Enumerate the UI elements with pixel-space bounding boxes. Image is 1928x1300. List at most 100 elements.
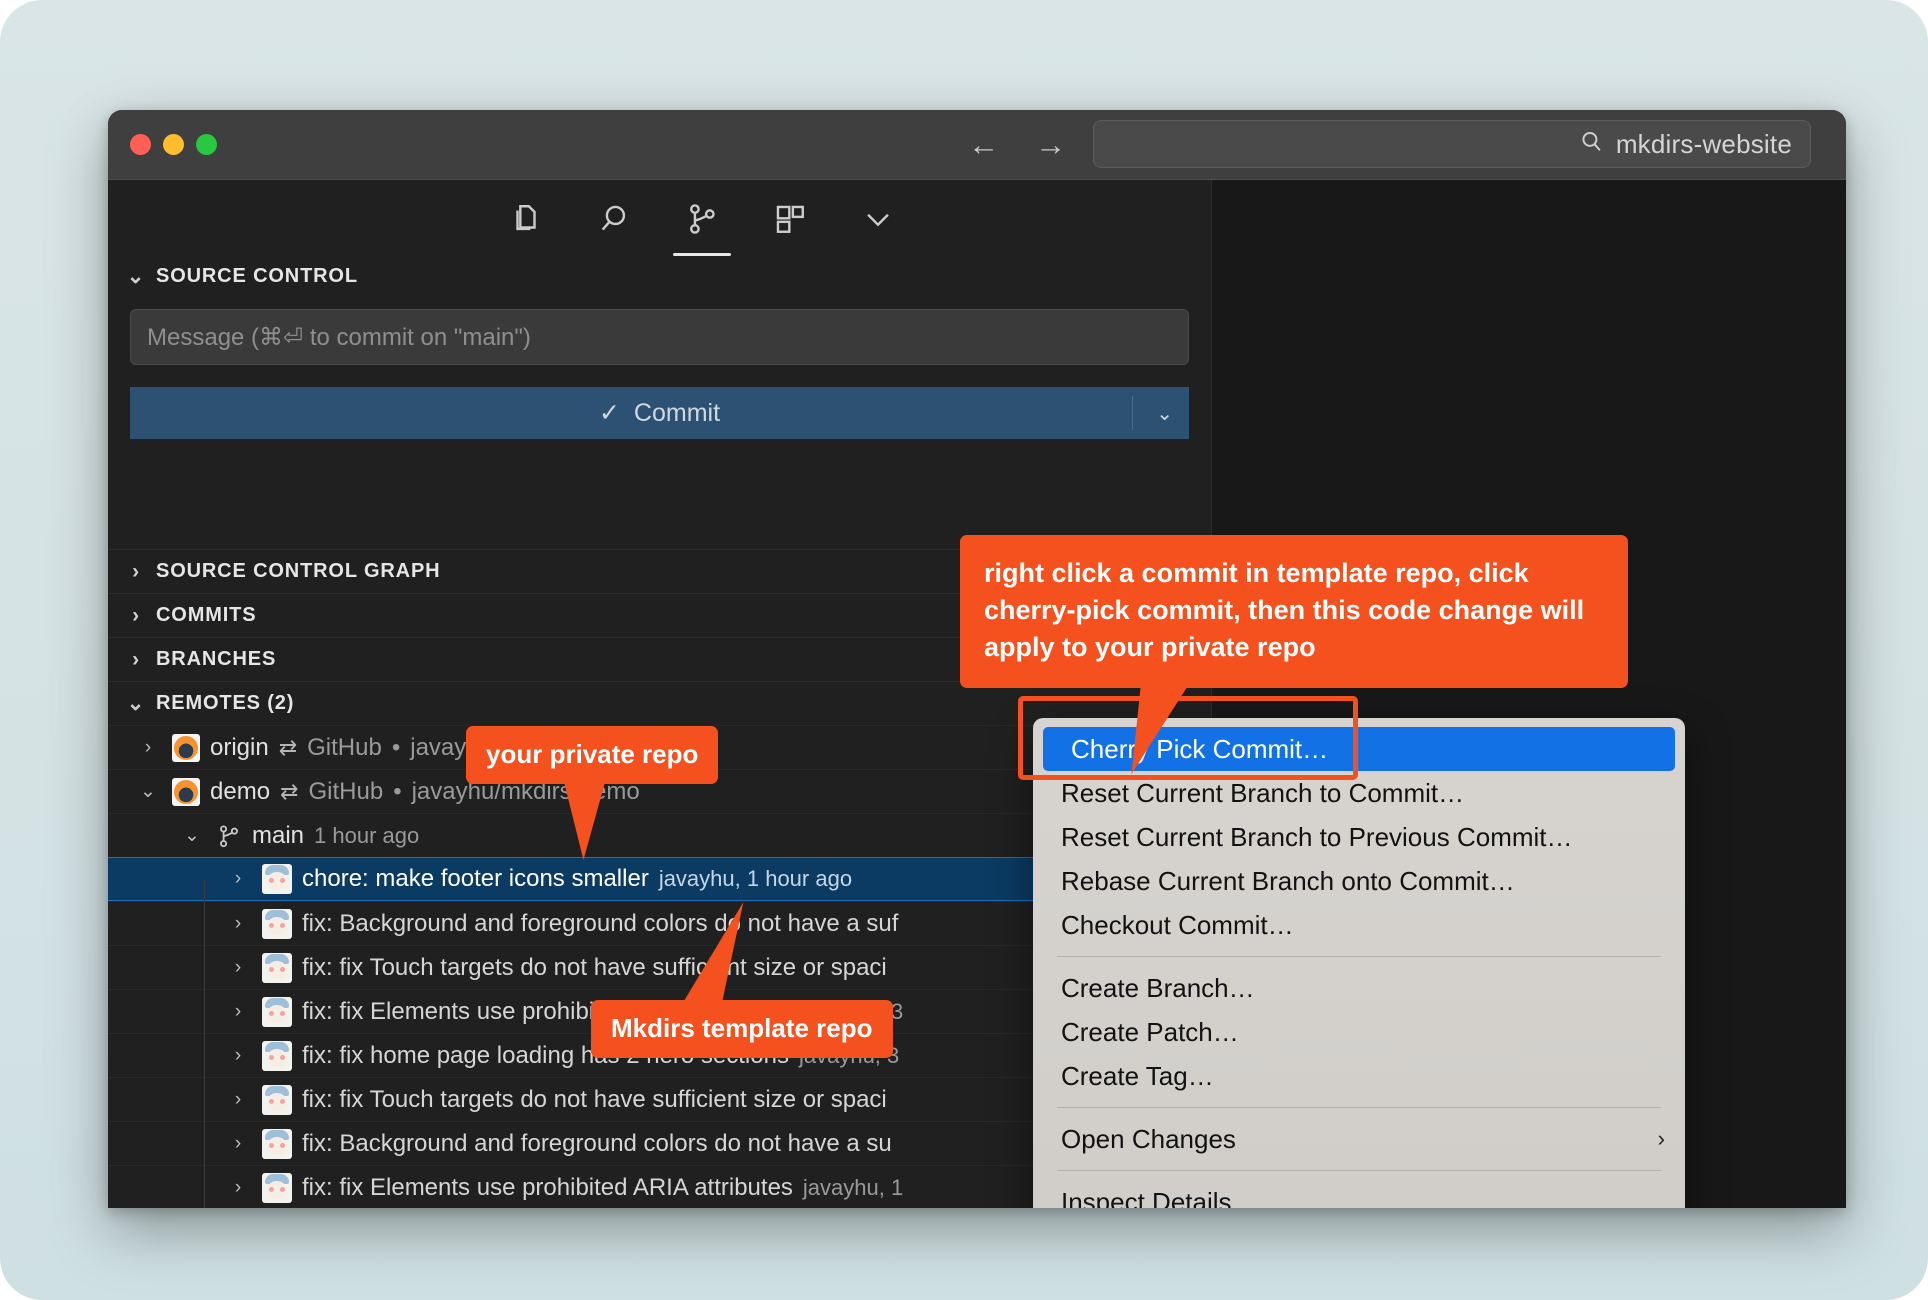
callout-tail <box>1131 688 1187 774</box>
remote-host: GitHub <box>308 777 384 805</box>
commit-button[interactable]: ✓ Commit ⌄ <box>130 387 1189 439</box>
menu-item-label: Reset Current Branch to Previous Commit… <box>1061 821 1573 852</box>
commit-meta: javayhu, 1 hour ago <box>658 866 853 891</box>
commit-title: fix: fix Touch targets do not have suffi… <box>302 953 887 981</box>
menu-item-label: Reset Current Branch to Commit… <box>1061 777 1465 808</box>
chevron-right-icon: › <box>132 559 140 583</box>
source-control-branch-icon[interactable] <box>673 196 731 256</box>
menu-item-create-patch[interactable]: Create Patch… <box>1033 1010 1685 1054</box>
sync-icon: ⇄ <box>280 778 299 804</box>
chevron-right-icon: › <box>1657 1126 1665 1151</box>
section-label: COMMITS <box>156 604 257 626</box>
commit-message-placeholder: Message (⌘⏎ to commit on "main") <box>147 323 531 351</box>
commit-check-icon: ✓ <box>598 399 620 427</box>
commit-title: fix: fix Elements use prohibited ARIA at… <box>302 1173 793 1201</box>
chevron-right-icon: › <box>234 956 242 978</box>
commit-dropdown-chevron-icon[interactable]: ⌄ <box>1156 401 1173 426</box>
chevron-right-icon: › <box>234 1044 242 1066</box>
forward-arrow-icon[interactable]: → <box>1035 125 1066 165</box>
menu-separator <box>1057 1107 1661 1108</box>
back-arrow-icon[interactable]: ← <box>968 125 999 165</box>
source-control-section-header[interactable]: ⌄ SOURCE CONTROL <box>108 258 1211 295</box>
commit-meta: javayhu, 1 <box>802 1174 904 1200</box>
separator-dot: • <box>393 777 402 805</box>
traffic-lights <box>130 134 217 155</box>
branch-name: main <box>252 821 305 849</box>
titlebar-search-field[interactable]: mkdirs-website <box>1093 120 1811 168</box>
annotation-callout-private-repo: your private repo <box>466 726 719 860</box>
separator-dot: • <box>391 733 401 761</box>
menu-item-label: Create Tag… <box>1061 1060 1214 1091</box>
chevron-right-icon: › <box>234 1176 242 1198</box>
commit-message-input[interactable]: Message (⌘⏎ to commit on "main") <box>130 309 1189 365</box>
menu-item-create-branch[interactable]: Create Branch… <box>1033 966 1685 1010</box>
chevron-down-icon: ⌄ <box>126 265 146 288</box>
chevron-right-icon: › <box>234 1000 242 1022</box>
chevron-right-icon: › <box>234 868 242 889</box>
menu-item-inspect-details[interactable]: Inspect Details <box>1033 1180 1685 1209</box>
commit-author-avatar <box>262 1040 292 1071</box>
remote-host: GitHub <box>307 733 382 761</box>
navigation-arrows: ← → <box>968 125 1066 165</box>
branch-icon <box>216 823 242 849</box>
remote-name: origin <box>210 733 269 761</box>
menu-item-rebase-current-branch-onto-commit[interactable]: Rebase Current Branch onto Commit… <box>1033 859 1685 903</box>
window-titlebar: ← → mkdirs-website <box>108 110 1846 180</box>
chevron-right-icon: › <box>132 603 140 627</box>
section-label: BRANCHES <box>156 648 277 670</box>
commit-author-avatar <box>262 1172 292 1203</box>
annotation-text: right click a commit in template repo, c… <box>984 558 1585 662</box>
menu-item-checkout-commit[interactable]: Checkout Commit… <box>1033 903 1685 947</box>
commit-button-divider <box>1132 396 1133 430</box>
commit-author-avatar <box>262 864 292 894</box>
avatar <box>172 777 200 806</box>
search-icon <box>1579 129 1604 159</box>
section-label: SOURCE CONTROL GRAPH <box>156 560 441 582</box>
chevron-down-icon: ⌄ <box>184 825 200 846</box>
avatar <box>172 733 200 762</box>
menu-item-label: Open Changes <box>1061 1123 1236 1154</box>
commit-context-menu: Cherry Pick Commit… Reset Current Branch… <box>1033 718 1685 1208</box>
commit-author-avatar <box>262 1084 292 1115</box>
commit-title: chore: make footer icons smaller <box>302 865 649 892</box>
copy-files-icon[interactable] <box>503 196 549 242</box>
menu-item-open-changes[interactable]: Open Changes › <box>1033 1117 1685 1161</box>
close-window-button[interactable] <box>130 134 151 155</box>
titlebar-search-value: mkdirs-website <box>1615 128 1792 159</box>
commit-author-avatar <box>262 908 292 939</box>
menu-separator <box>1057 956 1661 957</box>
commit-author-avatar <box>262 952 292 983</box>
sync-icon: ⇄ <box>278 734 298 760</box>
page-background: ← → mkdirs-website ⌄ SOURCE CONTROL Mess… <box>0 0 1928 1300</box>
chevron-down-icon: ⌄ <box>126 692 146 715</box>
chevron-right-icon: › <box>234 1132 242 1154</box>
branch-time: 1 hour ago <box>314 822 420 848</box>
chevron-down-icon: ⌄ <box>140 781 156 802</box>
remote-name: demo <box>210 777 271 805</box>
annotation-callout-template-repo: Mkdirs template repo <box>591 902 893 1058</box>
source-control-title: SOURCE CONTROL <box>156 265 358 287</box>
menu-item-reset-current-branch-to-previous-commit[interactable]: Reset Current Branch to Previous Commit… <box>1033 815 1685 859</box>
zoom-window-button[interactable] <box>196 134 217 155</box>
extensions-icon[interactable] <box>767 196 813 242</box>
commit-title: fix: Background and foreground colors do… <box>302 909 899 937</box>
menu-item-label: Checkout Commit… <box>1061 909 1294 940</box>
chevron-right-icon: › <box>234 912 242 934</box>
chevron-down-icon[interactable] <box>855 196 901 242</box>
menu-item-label: Create Patch… <box>1061 1016 1239 1047</box>
commit-author-avatar <box>262 996 292 1027</box>
app-window: ← → mkdirs-website ⌄ SOURCE CONTROL Mess… <box>108 110 1846 1208</box>
menu-item-create-tag[interactable]: Create Tag… <box>1033 1054 1685 1098</box>
menu-item-label: Create Branch… <box>1061 972 1255 1003</box>
annotation-callout-instructions: right click a commit in template repo, c… <box>960 535 1628 774</box>
commit-author-avatar <box>262 1128 292 1159</box>
cherry-pick-highlight-box <box>1018 696 1358 780</box>
annotation-text: Mkdirs template repo <box>611 1013 873 1043</box>
tree-guide-line <box>204 880 205 1208</box>
annotation-text: your private repo <box>486 739 699 769</box>
search-icon[interactable] <box>591 196 637 242</box>
commit-title: fix: Background and foreground colors do… <box>302 1129 892 1157</box>
minimize-window-button[interactable] <box>163 134 184 155</box>
chevron-right-icon: › <box>144 736 152 758</box>
source-control-empty-space <box>108 439 1211 549</box>
